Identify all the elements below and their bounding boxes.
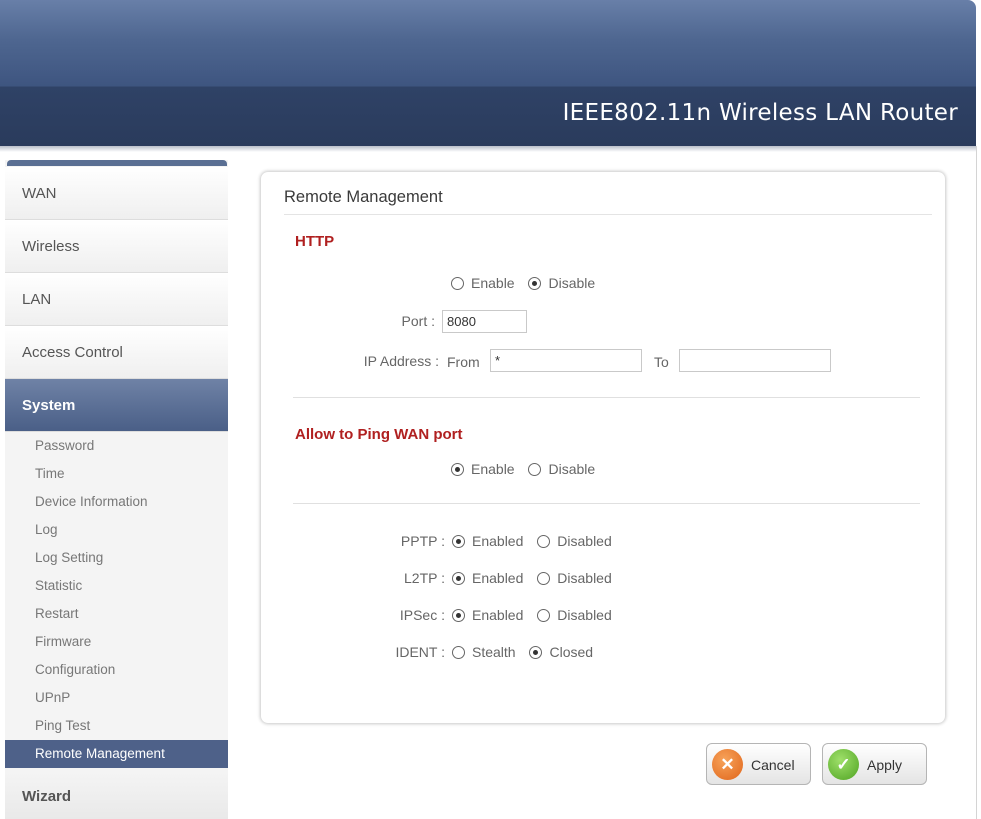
http-mode-group: Enable Disable bbox=[451, 275, 605, 291]
title-divider bbox=[284, 214, 932, 215]
remote-management-panel: Remote Management HTTP Enable Disable Po… bbox=[261, 172, 945, 723]
to-label: To bbox=[654, 354, 669, 370]
port-label: Port : bbox=[401, 313, 435, 329]
l2tp-group: Enabled Disabled bbox=[452, 570, 622, 586]
ipsec-disabled-label: Disabled bbox=[557, 607, 612, 623]
apply-button-label: Apply bbox=[867, 757, 903, 773]
submenu-item-time[interactable]: Time bbox=[5, 460, 228, 488]
submenu-item-statistic[interactable]: Statistic bbox=[5, 572, 228, 600]
cancel-button[interactable]: ✕ Cancel bbox=[706, 743, 811, 785]
ping-disable-label: Disable bbox=[548, 461, 596, 477]
http-enable-radio[interactable] bbox=[451, 277, 464, 290]
submenu-item-configuration[interactable]: Configuration bbox=[5, 656, 228, 684]
page-title: Remote Management bbox=[284, 188, 443, 206]
submenu-item-restart[interactable]: Restart bbox=[5, 600, 228, 628]
ipsec-group: Enabled Disabled bbox=[452, 607, 622, 623]
ident-group: Stealth Closed bbox=[452, 644, 603, 660]
http-enable-label: Enable bbox=[471, 275, 515, 291]
pptp-disabled-label: Disabled bbox=[557, 533, 612, 549]
product-title: IEEE802.11n Wireless LAN Router bbox=[562, 100, 958, 126]
http-section-title: HTTP bbox=[295, 233, 335, 250]
pptp-group: Enabled Disabled bbox=[452, 533, 622, 549]
cancel-button-label: Cancel bbox=[751, 757, 795, 773]
submenu-item-device-information[interactable]: Device Information bbox=[5, 488, 228, 516]
port-input[interactable] bbox=[442, 310, 527, 333]
sidebar-top-bar bbox=[7, 160, 227, 166]
submenu-item-log-setting[interactable]: Log Setting bbox=[5, 544, 228, 572]
submenu-item-upnp[interactable]: UPnP bbox=[5, 684, 228, 712]
ipsec-enabled-radio[interactable] bbox=[452, 609, 465, 622]
section-divider bbox=[293, 397, 920, 398]
pptp-label: PPTP : bbox=[400, 533, 445, 549]
ip-address-label: IP Address : bbox=[363, 353, 439, 369]
section-divider bbox=[293, 503, 920, 504]
pptp-enabled-radio[interactable] bbox=[452, 535, 465, 548]
header-banner: IEEE802.11n Wireless LAN Router bbox=[0, 0, 976, 146]
ident-closed-radio[interactable] bbox=[529, 646, 543, 659]
ip-from-input[interactable] bbox=[490, 349, 642, 372]
sidebar-item-wizard[interactable]: Wizard bbox=[5, 772, 228, 819]
submenu-item-ping-test[interactable]: Ping Test bbox=[5, 712, 228, 740]
ping-disable-radio[interactable] bbox=[528, 463, 542, 476]
sidebar-item-wireless[interactable]: Wireless bbox=[5, 220, 228, 273]
submenu-item-remote-management[interactable]: Remote Management bbox=[5, 740, 228, 768]
sidebar-item-wan[interactable]: WAN bbox=[5, 167, 228, 220]
x-icon: ✕ bbox=[712, 749, 743, 780]
submenu-item-firmware[interactable]: Firmware bbox=[5, 628, 228, 656]
ipsec-disabled-radio[interactable] bbox=[537, 609, 551, 622]
submenu-item-password[interactable]: Password bbox=[5, 432, 228, 460]
sidebar-item-access-control[interactable]: Access Control bbox=[5, 326, 228, 379]
l2tp-enabled-label: Enabled bbox=[472, 570, 524, 586]
l2tp-enabled-radio[interactable] bbox=[452, 572, 465, 585]
ping-mode-group: Enable Disable bbox=[451, 461, 605, 477]
sidebar: WAN Wireless LAN Access Control System P… bbox=[5, 160, 228, 819]
http-disable-radio[interactable] bbox=[528, 277, 542, 290]
l2tp-label: L2TP : bbox=[404, 570, 445, 586]
from-label: From bbox=[447, 354, 480, 370]
ipsec-label: IPSec : bbox=[399, 607, 445, 623]
apply-button[interactable]: ✓ Apply bbox=[822, 743, 927, 785]
checkmark-icon: ✓ bbox=[828, 749, 859, 780]
ident-stealth-label: Stealth bbox=[472, 644, 516, 660]
ipsec-enabled-label: Enabled bbox=[472, 607, 524, 623]
ident-stealth-radio[interactable] bbox=[452, 646, 465, 659]
sidebar-item-lan[interactable]: LAN bbox=[5, 273, 228, 326]
ping-section-title: Allow to Ping WAN port bbox=[295, 426, 463, 443]
http-disable-label: Disable bbox=[548, 275, 596, 291]
ping-enable-label: Enable bbox=[471, 461, 515, 477]
system-submenu: Password Time Device Information Log Log… bbox=[5, 432, 228, 768]
l2tp-disabled-label: Disabled bbox=[557, 570, 612, 586]
ping-enable-radio[interactable] bbox=[451, 463, 464, 476]
submenu-item-log[interactable]: Log bbox=[5, 516, 228, 544]
l2tp-disabled-radio[interactable] bbox=[537, 572, 551, 585]
sidebar-item-system[interactable]: System bbox=[5, 379, 228, 432]
ip-to-input[interactable] bbox=[679, 349, 831, 372]
pptp-disabled-radio[interactable] bbox=[537, 535, 551, 548]
page-right-border bbox=[976, 146, 977, 819]
ident-closed-label: Closed bbox=[549, 644, 594, 660]
pptp-enabled-label: Enabled bbox=[472, 533, 524, 549]
header-shadow bbox=[0, 146, 976, 152]
ident-label: IDENT : bbox=[395, 644, 445, 660]
